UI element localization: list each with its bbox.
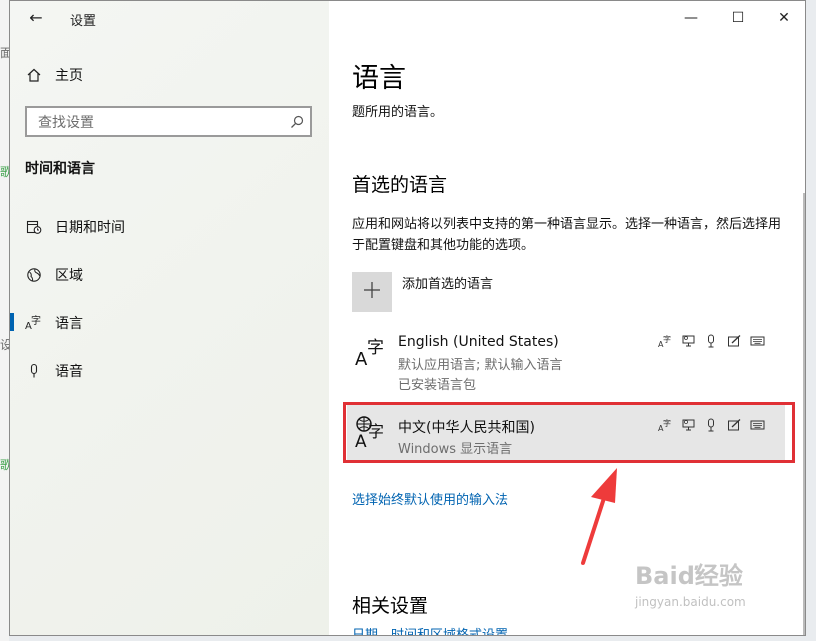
sidebar-item-speech[interactable]: 语音	[25, 361, 83, 381]
sidebar-item-region[interactable]: 区域	[25, 265, 83, 285]
scrollbar[interactable]	[803, 193, 805, 635]
svg-text:字: 字	[663, 334, 671, 344]
plus-icon	[363, 281, 381, 303]
sidebar: ← 设置 主页 时间和语言 日期和时间 区域	[10, 1, 329, 635]
sidebar-item-date-time[interactable]: 日期和时间	[25, 217, 125, 237]
globe-icon	[25, 266, 43, 284]
language-name: English (United States)	[398, 334, 559, 350]
search-box[interactable]	[25, 106, 312, 137]
related-settings-heading: 相关设置	[352, 595, 429, 617]
watermark-url: jingyan.baidu.com	[635, 595, 746, 609]
annotation-arrow	[581, 468, 617, 565]
display-language-icon: A字	[657, 333, 673, 349]
back-button[interactable]: ←	[24, 7, 48, 29]
sidebar-item-label: 区域	[55, 268, 83, 284]
close-button[interactable]: ✕	[768, 7, 800, 29]
nav-home-label: 主页	[55, 68, 83, 84]
settings-window: ← 设置 主页 时间和语言 日期和时间 区域	[9, 0, 806, 636]
sidebar-item-label: 语音	[55, 364, 83, 380]
window-title: 设置	[70, 14, 97, 29]
language-item-english[interactable]: A 字 English (United States) 默认应用语言; 默认输入…	[347, 323, 785, 397]
annotation-highlight-box	[343, 402, 795, 463]
background-window-strip	[0, 0, 9, 641]
svg-text:字: 字	[367, 338, 384, 358]
preferred-languages-heading: 首选的语言	[352, 174, 448, 196]
svg-text:字: 字	[31, 314, 41, 327]
input-method-link[interactable]: 选择始终默认使用的输入法	[352, 489, 508, 508]
add-language-button[interactable]	[352, 272, 392, 312]
maximize-button[interactable]: ☐	[722, 7, 754, 29]
sidebar-item-label: 日期和时间	[55, 220, 125, 236]
language-detail: 已安装语言包	[398, 378, 477, 393]
search-icon[interactable]	[290, 114, 304, 133]
nav-home[interactable]: 主页	[25, 65, 83, 85]
search-input[interactable]	[36, 112, 280, 134]
related-settings-link[interactable]: 日期、时间和区域格式设置	[352, 624, 508, 635]
watermark-text: Baiď经验	[635, 562, 743, 590]
watermark: Baiď经验 jingyan.baidu.com	[635, 556, 800, 626]
keyboard-icon	[749, 333, 765, 349]
calendar-clock-icon	[25, 218, 43, 236]
language-icon: A字	[25, 314, 43, 332]
page-title: 语言	[352, 63, 406, 94]
add-language-label[interactable]: 添加首选的语言	[402, 273, 493, 292]
speech-recognition-icon	[703, 333, 719, 349]
language-detail: 默认应用语言; 默认输入语言	[398, 358, 563, 373]
page-subtitle: 题所用的语言。	[352, 105, 444, 120]
microphone-icon	[25, 362, 43, 380]
preferred-languages-description: 应用和网站将以列表中支持的第一种语言显示。选择一种语言，然后选择用于配置键盘和其…	[352, 217, 782, 253]
language-pack-icon: A 字	[355, 338, 384, 369]
sidebar-item-label: 语言	[55, 316, 83, 332]
language-features: A字	[657, 333, 765, 349]
section-title: 时间和语言	[25, 161, 95, 177]
text-to-speech-icon	[680, 333, 696, 349]
minimize-button[interactable]: —	[675, 7, 707, 29]
home-icon	[25, 66, 43, 84]
handwriting-icon	[726, 333, 742, 349]
selection-indicator	[10, 313, 14, 331]
sidebar-item-language[interactable]: A字 语言	[25, 313, 83, 333]
